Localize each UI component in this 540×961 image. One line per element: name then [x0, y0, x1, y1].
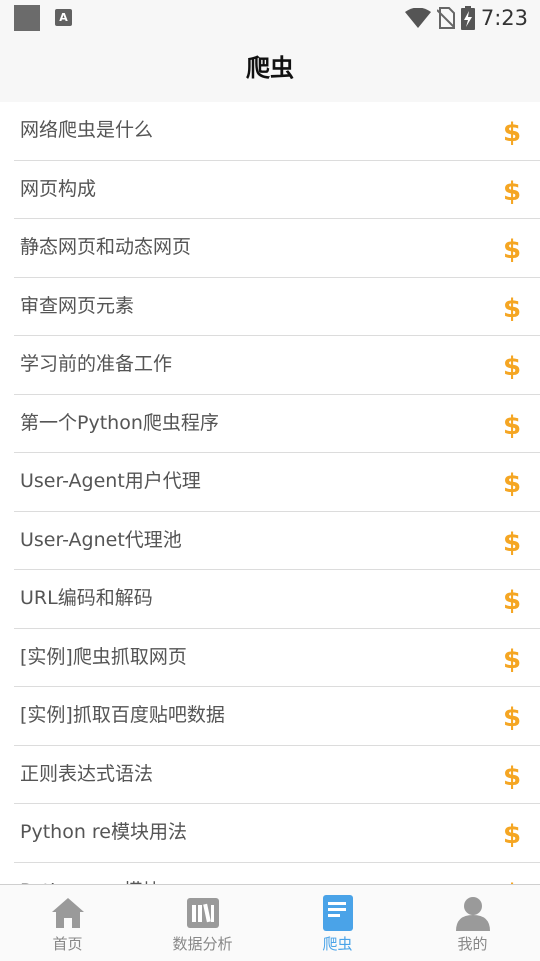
list-item[interactable]: [实例]爬虫抓取网页 $: [14, 629, 540, 687]
list-item[interactable]: 第一个Python爬虫程序 $: [14, 395, 540, 453]
list-item[interactable]: User-Agent用户代理 $: [14, 453, 540, 512]
list-item-label: [实例]抓取百度贴吧数据: [20, 704, 225, 726]
page-title: 爬虫: [246, 54, 294, 82]
lesson-list[interactable]: 网络爬虫是什么 $ 网页构成 $ 静态网页和动态网页 $ 审查网页元素 $ 学习前的准备…: [0, 102, 540, 884]
dollar-icon: $: [502, 820, 522, 848]
list-item-label: 学习前的准备工作: [20, 353, 173, 375]
tab-crawler[interactable]: 爬虫: [270, 885, 405, 961]
list-item[interactable]: 网页构成 $: [14, 161, 540, 219]
dollar-icon: $: [502, 762, 522, 790]
svg-text:$: $: [503, 235, 521, 263]
list-item[interactable]: [实例]抓取百度贴吧数据 $: [14, 687, 540, 746]
svg-text:$: $: [503, 352, 521, 380]
list-item[interactable]: 学习前的准备工作 $: [14, 336, 540, 395]
list-item[interactable]: Python re模块用法 $: [14, 804, 540, 863]
list-item-label: 审查网页元素: [20, 294, 135, 317]
svg-text:$: $: [503, 528, 521, 556]
svg-text:$: $: [503, 762, 521, 790]
dollar-icon: $: [502, 177, 522, 205]
list-item-label: URL编码和解码: [20, 587, 153, 609]
list-item-label: 网络爬虫是什么: [20, 119, 154, 141]
tab-profile[interactable]: 我的: [405, 885, 540, 961]
dollar-icon: $: [502, 235, 522, 263]
bottom-tab-bar: 首页 数据分析 爬虫 我的: [0, 884, 540, 961]
dollar-icon: $: [502, 586, 522, 614]
status-icons: 7:23: [399, 4, 528, 32]
dollar-icon: $: [502, 294, 522, 322]
status-bar: A 7:23: [0, 0, 540, 36]
dollar-icon: $: [502, 469, 522, 497]
svg-text:$: $: [503, 118, 521, 146]
list-item[interactable]: 审查网页元素 $: [14, 278, 540, 336]
svg-text:$: $: [503, 820, 521, 848]
list-item-label: 第一个Python爬虫程序: [20, 411, 219, 434]
list-item-label: 静态网页和动态网页: [20, 236, 192, 258]
dollar-icon: $: [502, 352, 522, 380]
tab-home[interactable]: 首页: [0, 885, 135, 961]
svg-text:$: $: [503, 645, 521, 673]
books-icon: [186, 898, 219, 928]
document-icon: [322, 895, 353, 931]
svg-text:$: $: [503, 411, 521, 439]
person-icon: [455, 897, 490, 931]
tab-label: 我的: [457, 935, 488, 953]
battery-charging-icon: [460, 6, 475, 30]
home-icon: [51, 898, 84, 928]
list-item-label: Python csv模块: [20, 863, 162, 885]
dollar-icon: $: [502, 118, 522, 146]
svg-text:$: $: [503, 703, 521, 731]
svg-text:$: $: [503, 294, 521, 322]
no-sim-icon: [436, 7, 455, 29]
text-a-icon: A: [55, 9, 72, 26]
list-item[interactable]: 网络爬虫是什么 $: [14, 102, 540, 161]
list-item[interactable]: 静态网页和动态网页 $: [14, 219, 540, 278]
tab-data-analysis[interactable]: 数据分析: [135, 885, 270, 961]
svg-text:$: $: [503, 469, 521, 497]
list-item-label: 正则表达式语法: [20, 762, 154, 785]
dollar-icon: $: [502, 703, 522, 731]
title-bar: 爬虫: [0, 36, 540, 102]
list-item[interactable]: Python csv模块$: [14, 863, 540, 885]
list-item-label: 网页构成: [20, 177, 97, 200]
tab-label: 首页: [52, 935, 83, 953]
dollar-icon: $: [502, 528, 522, 556]
list-item-label: [实例]爬虫抓取网页: [20, 645, 187, 668]
dollar-icon: $: [502, 645, 522, 673]
list-item-label: User-Agent用户代理: [20, 470, 201, 492]
list-item[interactable]: URL编码和解码 $: [14, 570, 540, 629]
tab-label: 爬虫: [322, 935, 353, 953]
clock-time: 7:23: [480, 6, 528, 30]
list-item-label: Python re模块用法: [20, 821, 187, 843]
list-item[interactable]: 正则表达式语法 $: [14, 746, 540, 804]
list-item[interactable]: User-Agnet代理池 $: [14, 512, 540, 570]
dollar-icon: $: [502, 411, 522, 439]
app-square-icon: [14, 5, 40, 31]
svg-text:$: $: [503, 177, 521, 205]
tab-label: 数据分析: [172, 935, 233, 953]
svg-text:$: $: [503, 586, 521, 614]
wifi-icon: [404, 8, 431, 28]
list-item-label: User-Agnet代理池: [20, 528, 182, 551]
